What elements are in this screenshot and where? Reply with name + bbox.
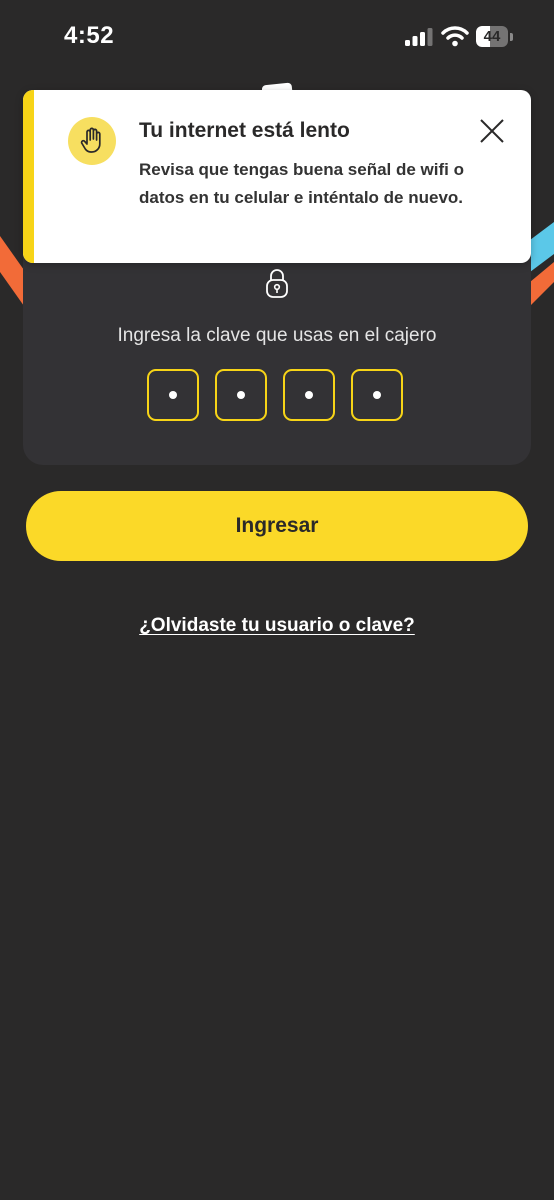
raised-hand-icon — [68, 117, 116, 165]
status-bar: 4:52 44 — [0, 0, 554, 74]
pin-digit-2[interactable] — [215, 369, 267, 421]
pin-label: Ingresa la clave que usas en el cajero — [117, 325, 437, 346]
cellular-signal-icon — [404, 27, 434, 47]
pin-digit-3[interactable] — [283, 369, 335, 421]
pin-dot — [305, 391, 313, 399]
toast-accent-bar — [23, 90, 34, 263]
decorative-ribbon-right — [528, 222, 554, 308]
lock-icon — [265, 267, 289, 299]
pin-digit-4[interactable] — [351, 369, 403, 421]
submit-button[interactable]: Ingresar — [26, 491, 528, 561]
pin-dot — [373, 391, 381, 399]
toast-title: Tu internet está lento — [139, 119, 350, 142]
pin-dot — [169, 391, 177, 399]
status-time: 4:52 — [64, 22, 115, 49]
pin-digit-1[interactable] — [147, 369, 199, 421]
toast-notification: Tu internet está lento Revisa que tengas… — [23, 90, 531, 263]
close-icon[interactable] — [477, 116, 507, 146]
wifi-icon — [441, 25, 469, 47]
pin-dot — [237, 391, 245, 399]
battery-icon: 44 — [476, 25, 516, 49]
battery-level: 44 — [483, 28, 501, 45]
forgot-credentials-link[interactable]: ¿Olvidaste tu usuario o clave? — [0, 615, 554, 637]
toast-message: Revisa que tengas buena señal de wifi o … — [139, 160, 464, 207]
